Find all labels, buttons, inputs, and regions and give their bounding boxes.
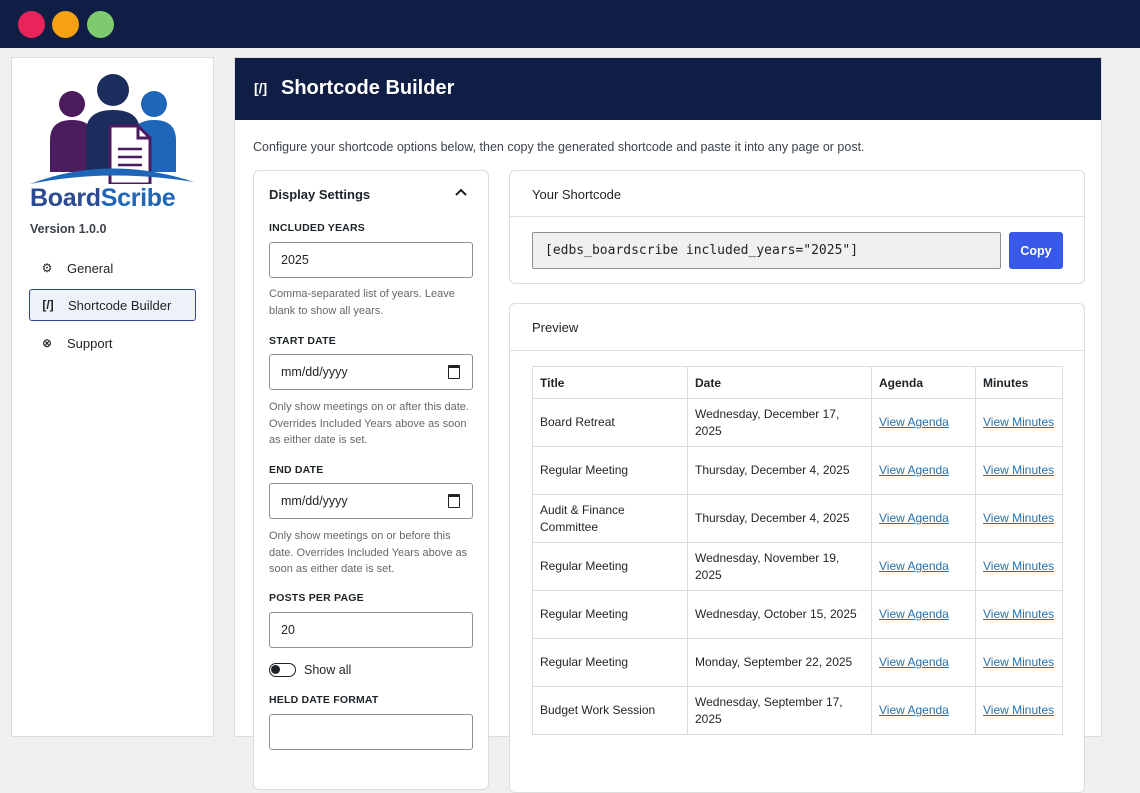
boardscribe-logo: [30, 74, 194, 184]
sidebar-item-label: Shortcode Builder: [68, 297, 172, 313]
end-date-placeholder: mm/dd/yyyy: [281, 494, 348, 508]
column-header-minutes: Minutes: [975, 366, 1063, 399]
table-row: Regular Meeting Wednesday, October 15, 2…: [532, 590, 1063, 639]
show-all-label: Show all: [304, 663, 352, 677]
sidebar-item-shortcode-builder[interactable]: [/] Shortcode Builder: [29, 289, 196, 321]
end-date-help: Only show meetings on or before this dat…: [269, 530, 468, 575]
meeting-date: Wednesday, December 17, 2025: [687, 398, 872, 447]
copy-button[interactable]: Copy: [1009, 232, 1063, 269]
view-agenda-link[interactable]: View Agenda: [879, 463, 949, 477]
preview-title: Preview: [532, 320, 579, 335]
start-date-input[interactable]: mm/dd/yyyy: [269, 354, 473, 390]
page-header: [/] Shortcode Builder: [235, 58, 1101, 120]
column-header-title: Title: [532, 366, 688, 399]
view-agenda-link[interactable]: View Agenda: [879, 655, 949, 669]
view-minutes-link[interactable]: View Minutes: [983, 655, 1054, 669]
posts-per-page-label: POSTS PER PAGE: [269, 592, 364, 604]
meeting-title: Audit & Finance Committee: [532, 494, 688, 543]
view-minutes-link[interactable]: View Minutes: [983, 607, 1054, 621]
held-date-format-label: HELD DATE FORMAT: [269, 694, 379, 706]
sidebar-item-support[interactable]: ⊗ Support: [29, 327, 196, 359]
table-row: Regular Meeting Thursday, December 4, 20…: [532, 446, 1063, 495]
end-date-input[interactable]: mm/dd/yyyy: [269, 483, 473, 519]
meeting-date: Wednesday, September 17, 2025: [687, 686, 872, 735]
start-date-placeholder: mm/dd/yyyy: [281, 365, 348, 379]
page-title: Shortcode Builder: [281, 77, 455, 99]
view-minutes-link[interactable]: View Minutes: [983, 703, 1054, 717]
calendar-icon[interactable]: [448, 494, 460, 508]
meeting-title: Regular Meeting: [532, 638, 688, 687]
shortcode-icon: [/]: [254, 80, 268, 96]
view-agenda-link[interactable]: View Agenda: [879, 607, 949, 621]
included-years-help: Comma-separated list of years. Leave bla…: [269, 288, 455, 317]
held-date-format-input[interactable]: [269, 714, 473, 750]
minimize-window-button[interactable]: [52, 11, 79, 38]
chevron-up-icon[interactable]: [455, 188, 467, 198]
version-label: Version 1.0.0: [30, 222, 107, 236]
table-row: Regular Meeting Wednesday, November 19, …: [532, 542, 1063, 591]
sidebar-item-general[interactable]: ⚙ General: [29, 252, 196, 284]
table-row: Audit & Finance Committee Thursday, Dece…: [532, 494, 1063, 543]
meeting-date: Wednesday, November 19, 2025: [687, 542, 872, 591]
close-window-button[interactable]: [18, 11, 45, 38]
your-shortcode-title: Your Shortcode: [532, 187, 622, 202]
table-row: Board Retreat Wednesday, December 17, 20…: [532, 398, 1063, 447]
sidebar-item-label: General: [67, 260, 114, 276]
meeting-title: Regular Meeting: [532, 542, 688, 591]
meeting-date: Wednesday, October 15, 2025: [687, 590, 872, 639]
view-agenda-link[interactable]: View Agenda: [879, 415, 949, 429]
posts-per-page-input[interactable]: 20: [269, 612, 473, 648]
meeting-date: Thursday, December 4, 2025: [687, 446, 872, 495]
view-minutes-link[interactable]: View Minutes: [983, 463, 1054, 477]
meeting-date: Monday, September 22, 2025: [687, 638, 872, 687]
start-date-help: Only show meetings on or after this date…: [269, 401, 469, 446]
meeting-title: Budget Work Session: [532, 686, 688, 735]
view-agenda-link[interactable]: View Agenda: [879, 511, 949, 525]
table-header-row: Title Date Agenda Minutes: [532, 366, 1063, 399]
sidebar: BoardScribe Version 1.0.0 ⚙ General [/] …: [11, 57, 214, 737]
calendar-icon[interactable]: [448, 365, 460, 379]
gear-icon: ⚙: [41, 261, 53, 275]
toggle-knob: [271, 665, 280, 674]
view-agenda-link[interactable]: View Agenda: [879, 559, 949, 573]
table-row: Budget Work Session Wednesday, September…: [532, 686, 1063, 735]
view-minutes-link[interactable]: View Minutes: [983, 415, 1054, 429]
shortcode-output[interactable]: [edbs_boardscribe included_years="2025"]: [532, 232, 1001, 269]
column-header-date: Date: [687, 366, 872, 399]
view-minutes-link[interactable]: View Minutes: [983, 559, 1054, 573]
meeting-date: Thursday, December 4, 2025: [687, 494, 872, 543]
main-content: [/] Shortcode Builder Configure your sho…: [234, 57, 1102, 793]
included-years-input[interactable]: 2025: [269, 242, 473, 278]
included-years-label: INCLUDED YEARS: [269, 222, 365, 234]
intro-text: Configure your shortcode options below, …: [253, 140, 865, 154]
window-titlebar: [0, 0, 1140, 48]
display-settings-panel: Display Settings INCLUDED YEARS 2025 Com…: [253, 170, 489, 790]
column-header-agenda: Agenda: [871, 366, 976, 399]
meetings-table: Title Date Agenda Minutes Board Retreat …: [532, 366, 1063, 735]
end-date-label: END DATE: [269, 464, 324, 476]
brand-name: BoardScribe: [30, 184, 176, 212]
shortcode-icon: [/]: [42, 298, 54, 312]
view-agenda-link[interactable]: View Agenda: [879, 703, 949, 717]
lifebuoy-icon: ⊗: [41, 336, 53, 350]
zoom-window-button[interactable]: [87, 11, 114, 38]
meeting-title: Regular Meeting: [532, 446, 688, 495]
sidebar-item-label: Support: [67, 335, 113, 351]
start-date-label: START DATE: [269, 335, 336, 347]
divider: [510, 350, 1084, 351]
your-shortcode-panel: Your Shortcode [edbs_boardscribe include…: [509, 170, 1085, 284]
table-row: Regular Meeting Monday, September 22, 20…: [532, 638, 1063, 687]
meeting-title: Regular Meeting: [532, 590, 688, 639]
view-minutes-link[interactable]: View Minutes: [983, 511, 1054, 525]
display-settings-title: Display Settings: [269, 187, 371, 202]
meeting-title: Board Retreat: [532, 398, 688, 447]
show-all-toggle[interactable]: [269, 663, 296, 677]
divider: [510, 216, 1084, 217]
